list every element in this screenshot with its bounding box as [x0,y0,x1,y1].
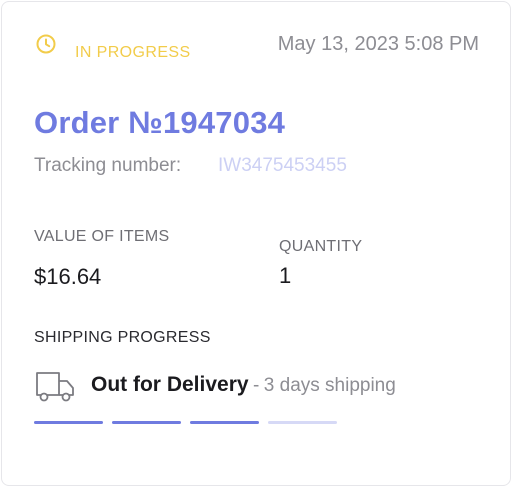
truck-icon [36,372,74,402]
delivery-eta: 3 days shipping [263,375,396,396]
delivery-status: Out for Delivery [91,373,249,396]
tracking-number-label: Tracking number: [34,155,182,176]
order-status-badge: IN PROGRESS [75,44,191,61]
shipping-progress-bar [34,421,337,424]
order-title: Order №1947034 [34,105,286,140]
progress-step [34,421,103,424]
order-card: IN PROGRESS May 13, 2023 5:08 PM Order №… [1,1,511,486]
clock-icon [36,34,56,54]
order-timestamp: May 13, 2023 5:08 PM [277,33,479,55]
shipping-progress-label: SHIPPING PROGRESS [34,329,211,346]
quantity-label: QUANTITY [279,238,363,255]
value-of-items: $16.64 [34,264,102,289]
tracking-number-link[interactable]: IW3475453455 [218,155,347,177]
delivery-status-line: Out for Delivery - 3 days shipping [91,373,396,397]
progress-step [190,421,259,424]
progress-step [112,421,181,424]
progress-step [268,421,337,424]
quantity-value: 1 [279,263,292,288]
value-of-items-label: VALUE OF ITEMS [34,228,170,245]
delivery-separator: - [253,375,260,396]
